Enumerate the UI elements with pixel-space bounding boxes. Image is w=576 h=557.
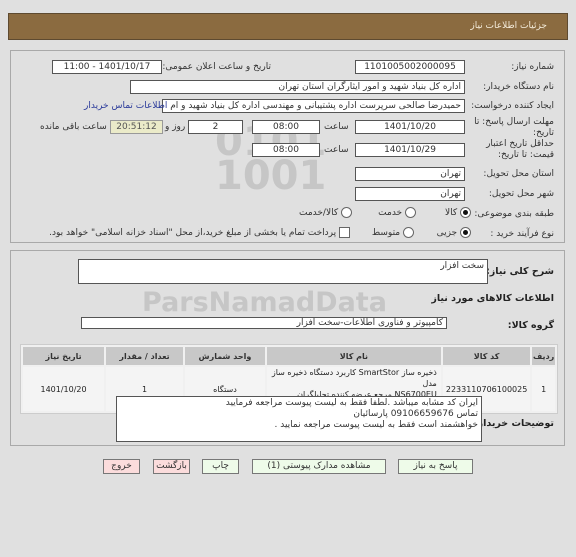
radio-icon[interactable] (405, 207, 416, 218)
days-label: روز و (165, 122, 186, 132)
radio-selected-icon[interactable] (460, 207, 471, 218)
reply-deadline-time: 08:00 (252, 120, 320, 134)
buyer-org-label: نام دستگاه خریدار: (483, 82, 554, 92)
col-row: ردیف (532, 347, 555, 365)
buyer-notes-label: توضیحات خریدار: (473, 418, 554, 429)
announce-datetime-label: تاریخ و ساعت اعلان عمومی: (162, 62, 271, 72)
process-option-medium-label: متوسط (371, 228, 401, 238)
col-unit: واحد شمارش (184, 347, 265, 365)
buyer-notes-line1: ایران کد مشابه میباشد .لطفا فقط به لیست … (225, 398, 478, 408)
requester-field: حمیدرضا صالحی سرپرست اداره پشتیبانی و مه… (162, 99, 465, 113)
category-option-goods-service-label: کالا/خدمت (298, 208, 339, 218)
goods-info-title: اطلاعات کالاهای مورد نیاز (431, 293, 554, 304)
category-label: طبقه بندی موضوعی: (474, 209, 554, 219)
remaining-time: 20:51:12 (110, 120, 163, 134)
city-label: شهر محل تحویل: (488, 189, 554, 199)
back-button[interactable]: بازگشت (153, 459, 190, 474)
requester-label: ایجاد کننده درخواست: (471, 101, 554, 111)
view-documents-button[interactable]: مشاهده مدارک پیوستی (1) (252, 459, 386, 474)
process-option-medium[interactable]: متوسط (372, 227, 414, 238)
remaining-days: 2 (188, 120, 243, 134)
price-validity-time-label: ساعت (324, 145, 349, 155)
category-option-service[interactable]: خدمت (378, 207, 416, 218)
buyer-org-field: اداره کل بنیاد شهید و امور ایثارگران است… (130, 80, 465, 94)
cell-name-line1: ذخیره ساز SmartStor کاربرد دستگاه ذخیره … (271, 368, 437, 388)
summary-field: سخت افزار (78, 259, 488, 284)
col-code: کد کالا (442, 347, 531, 365)
print-button[interactable]: چاپ (202, 459, 239, 474)
reply-deadline-date: 1401/10/20 (355, 120, 465, 134)
announce-datetime-field: 1401/10/17 - 11:00 (52, 60, 162, 74)
treasury-payment-option[interactable]: پرداخت تمام یا بخشی از مبلغ خرید،از محل … (49, 227, 350, 238)
category-option-goods-label: کالا (444, 208, 458, 218)
process-label: نوع فرآیند خرید : (490, 229, 554, 239)
buyer-notes-line3: خواهشمند است فقط به لیست پیوست مراجعه نم… (274, 420, 478, 430)
category-option-goods[interactable]: کالا (445, 207, 471, 218)
col-name: نام کالا (266, 347, 441, 365)
process-option-minor-label: جزیی (436, 228, 458, 238)
reply-button[interactable]: پاسخ به نیاز (398, 459, 473, 474)
category-option-service-label: خدمت (378, 208, 403, 218)
remaining-time-label: ساعت باقی مانده (40, 122, 107, 132)
price-validity-label: حداقل تاریخ اعتبار قیمت: تا تاریخ: (486, 139, 554, 160)
cell-row: 1 (532, 367, 555, 411)
radio-icon[interactable] (403, 227, 414, 238)
reply-deadline-time-label: ساعت (324, 122, 349, 132)
category-option-goods-service[interactable]: کالا/خدمت (299, 207, 352, 218)
need-number-label: شماره نیاز: (511, 62, 554, 72)
radio-selected-icon[interactable] (460, 227, 471, 238)
process-option-minor[interactable]: جزیی (437, 227, 471, 238)
radio-icon[interactable] (341, 207, 352, 218)
summary-label: شرح کلی نیاز: (485, 266, 554, 277)
page-header: جزئیات اطلاعات نیاز (8, 13, 568, 40)
goods-table-header: ردیف کد کالا نام کالا واحد شمارش تعداد /… (23, 347, 555, 365)
buyer-notes-line2: تماس 09106659676 پارسائیان (353, 409, 478, 419)
checkbox-icon[interactable] (339, 227, 350, 238)
price-validity-time: 08:00 (252, 143, 320, 157)
treasury-payment-label: پرداخت تمام یا بخشی از مبلغ خرید،از محل … (49, 228, 337, 238)
city-field: تهران (355, 187, 465, 201)
need-number-field: 1101005002000095 (355, 60, 465, 74)
col-qty: تعداد / مقدار (106, 347, 183, 365)
price-validity-date: 1401/10/29 (355, 143, 465, 157)
exit-button[interactable]: خروج (103, 459, 140, 474)
page-title: جزئیات اطلاعات نیاز (470, 21, 547, 31)
province-field: تهران (355, 167, 465, 181)
reply-deadline-label: مهلت ارسال پاسخ: تا تاریخ: (474, 117, 554, 138)
buyer-notes-field: ایران کد مشابه میباشد .لطفا فقط به لیست … (116, 396, 482, 442)
province-label: استان محل تحویل: (483, 169, 554, 179)
goods-group-field: کامپیوتر و فناوری اطلاعات-سخت افزار (81, 317, 447, 329)
col-date: تاریخ نیاز (23, 347, 105, 365)
cell-date: 1401/10/20 (23, 367, 105, 411)
buyer-contact-link[interactable]: اطلاعات تماس خریدار (84, 101, 167, 111)
goods-group-label: گروه کالا: (507, 320, 554, 331)
